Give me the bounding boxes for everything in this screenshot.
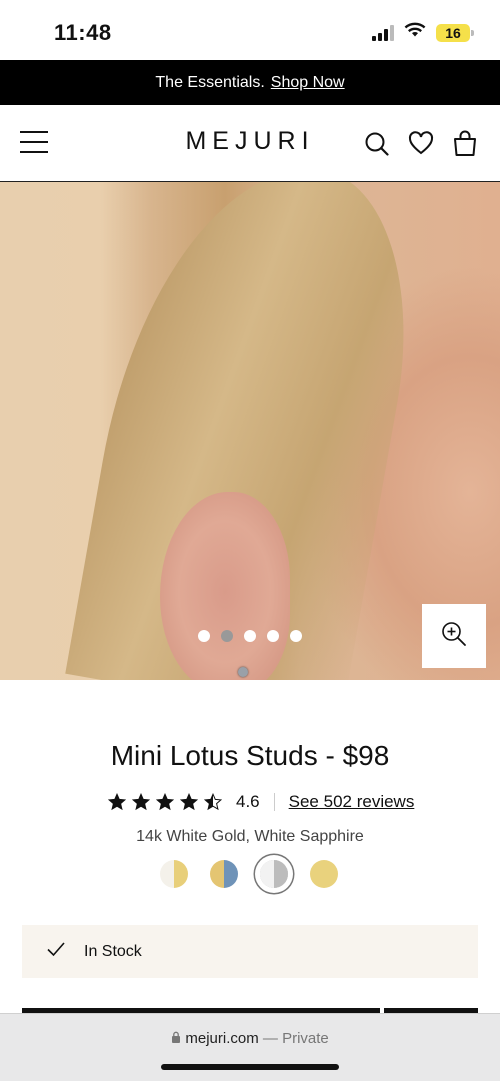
rating-value: 4.6 [236,792,260,811]
promo-shop-now-link[interactable]: Shop Now [271,74,345,92]
reviews-link[interactable]: See 502 reviews [289,792,415,812]
search-icon[interactable] [364,129,390,157]
star-icon [156,793,174,811]
carousel-dot[interactable] [267,630,279,642]
private-mode-label: Private [282,1030,329,1047]
product-title: Mini Lotus Studs - $98 [110,740,390,771]
carousel-dot[interactable] [244,630,256,642]
material-swatch[interactable] [310,860,338,888]
check-icon [46,940,66,963]
zoom-button[interactable] [422,604,486,668]
heart-icon[interactable] [408,129,434,157]
zoom-icon [440,620,468,653]
material-swatch[interactable] [260,860,288,888]
top-navigation: MEJURI [0,105,500,182]
material-swatch[interactable] [210,860,238,888]
wifi-icon [404,22,426,43]
nav-actions [364,129,478,157]
status-time: 11:48 [54,20,112,45]
url-separator: — [262,1030,278,1047]
product-rating: 4.6 See 502 reviews [108,792,414,812]
lock-icon [171,1030,185,1047]
promo-text: The Essentials. [155,73,265,91]
bag-icon[interactable] [452,129,478,157]
star-icon [108,793,126,811]
selected-variant: 14k White Gold, White Sapphire [136,828,364,845]
stock-label: In Stock [84,942,142,960]
star-icon [180,793,198,811]
home-indicator[interactable] [161,1064,339,1070]
address-bar[interactable]: mejuri.com — Private [0,1030,500,1047]
earring-stud [238,667,248,677]
carousel-dots [198,630,302,642]
star-icon [132,793,150,811]
product-image[interactable] [0,182,500,680]
carousel-dot[interactable] [221,630,233,642]
material-swatches [160,860,338,888]
status-bar: 11:48 16 [0,0,500,60]
battery-indicator: 16 [436,23,474,42]
status-icons: 16 [372,22,474,43]
material-swatch[interactable] [160,860,188,888]
carousel-dot[interactable] [290,630,302,642]
carousel-dot[interactable] [198,630,210,642]
browser-toolbar: mejuri.com — Private [0,1013,500,1081]
rating-divider [273,793,275,811]
promo-banner: The Essentials. Shop Now [0,60,500,105]
star-icon [204,793,222,811]
rating-stars [108,793,222,811]
signal-icon [372,24,394,41]
stock-status: In Stock [22,925,478,978]
url-domain: mejuri.com [185,1030,259,1047]
